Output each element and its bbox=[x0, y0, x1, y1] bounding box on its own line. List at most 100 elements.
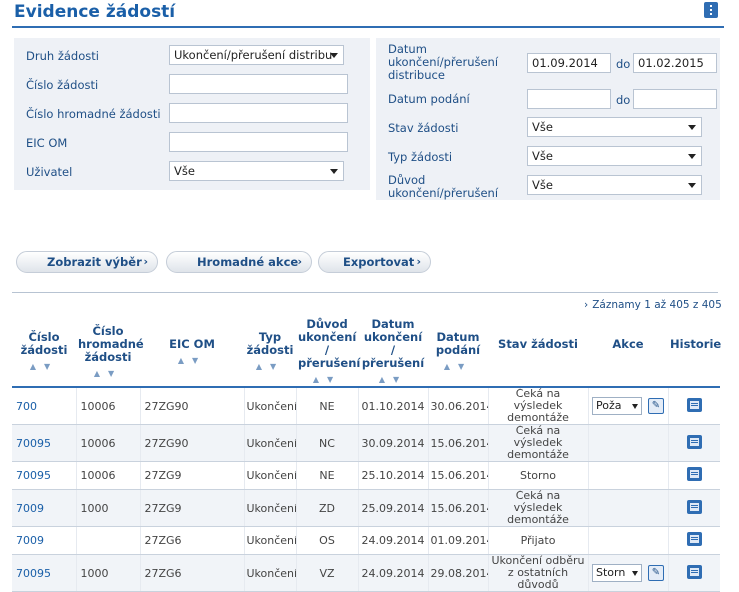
cell-stav: Přijato bbox=[488, 526, 589, 555]
cell-hromadne bbox=[76, 526, 141, 555]
cell-historie bbox=[668, 554, 720, 592]
cell-typ: Ukončení bbox=[244, 461, 297, 490]
cell-stav: Čeká na výsledek demontáže bbox=[488, 424, 589, 462]
cell-akce bbox=[588, 489, 669, 527]
stav-label: Stav žádosti bbox=[388, 121, 459, 135]
col-datum-ukonceni[interactable]: Datum ukončení / přerušení ▲▼ bbox=[358, 318, 428, 388]
akce-select-value: Poža bbox=[596, 399, 622, 412]
history-icon[interactable] bbox=[686, 564, 702, 579]
cell-typ: Ukončení bbox=[244, 387, 297, 425]
col-typ[interactable]: Typ žádosti ▲▼ bbox=[244, 318, 296, 388]
cell-podani: 15.06.2014 bbox=[428, 461, 489, 490]
chevron-down-icon bbox=[632, 404, 638, 409]
col-eic[interactable]: EIC OM ▲▼ bbox=[140, 318, 244, 388]
eic-input[interactable] bbox=[169, 132, 348, 152]
sort-icon[interactable]: ▲▼ bbox=[360, 373, 426, 386]
datum-ukonceni-label: Datum ukončení/přerušení distribuce bbox=[388, 42, 499, 82]
divider bbox=[12, 292, 718, 293]
chevron-right-icon: › bbox=[584, 299, 589, 311]
exportovat-button[interactable]: Exportovat › bbox=[318, 251, 431, 273]
col-datum-podani[interactable]: Datum podání ▲▼ bbox=[428, 318, 488, 388]
zobrazit-vyber-button[interactable]: Zobrazit výběr › bbox=[16, 251, 158, 273]
zobrazit-vyber-label: Zobrazit výběr bbox=[47, 255, 142, 269]
akce-select[interactable]: Storn bbox=[592, 564, 642, 582]
cell-hromadne: 10006 bbox=[76, 424, 141, 462]
col-stav[interactable]: Stav žádosti▲▼ bbox=[488, 318, 588, 388]
menu-icon[interactable] bbox=[704, 2, 718, 18]
stav-select[interactable]: Vše bbox=[527, 117, 702, 137]
cell-cislo[interactable]: 70095 bbox=[12, 461, 77, 490]
history-icon[interactable] bbox=[686, 434, 702, 449]
cell-cislo[interactable]: 7009 bbox=[12, 489, 77, 527]
col-duvod-label: Důvod ukončení / přerušení bbox=[298, 317, 361, 370]
podani-from-input[interactable] bbox=[527, 89, 611, 109]
cell-stav: Ukončení odběru z ostatních důvodů bbox=[488, 554, 589, 592]
date-from-input[interactable]: 01.09.2014 bbox=[527, 53, 611, 73]
page-title: Evidence žádostí bbox=[14, 2, 176, 22]
cell-duvod: VZ bbox=[296, 554, 359, 592]
col-duvod[interactable]: Důvod ukončení / přerušení ▲▼ bbox=[296, 317, 361, 388]
cislo-input[interactable] bbox=[169, 74, 348, 94]
hromadne-akce-button[interactable]: Hromadné akce › bbox=[166, 251, 312, 273]
podani-to-input[interactable] bbox=[633, 89, 717, 109]
cell-eic: 27ZG90 bbox=[140, 424, 245, 462]
cell-akce: Storn ✎ bbox=[588, 554, 669, 592]
cell-historie bbox=[668, 489, 720, 527]
col-eic-label: EIC OM bbox=[169, 336, 215, 351]
table-header: Číslo žádosti ▲▼ Číslo hromadné žádosti ▲▼… bbox=[12, 317, 721, 388]
records-info-text: Záznamy 1 až 405 z 405 bbox=[592, 299, 722, 311]
eic-label: EIC OM bbox=[26, 136, 68, 150]
chevron-down-icon bbox=[330, 169, 338, 174]
typ-select-value: Vše bbox=[532, 149, 553, 163]
uzivatel-select[interactable]: Vše bbox=[169, 161, 344, 181]
table-row: 70095 10006 27ZG90 Ukončení NC 30.09.201… bbox=[12, 424, 720, 462]
uzivatel-label: Uživatel bbox=[26, 165, 73, 179]
cell-stav: Storno bbox=[488, 461, 589, 490]
cell-podani: 15.06.2014 bbox=[428, 424, 489, 462]
cell-duvod: NE bbox=[296, 387, 359, 425]
cell-stav: Čeká na výsledek demontáže bbox=[488, 387, 589, 425]
col-stav-label: Stav žádosti bbox=[498, 336, 578, 351]
chevron-right-icon: › bbox=[143, 255, 148, 268]
sort-icon[interactable]: ▲▼ bbox=[78, 367, 138, 380]
cell-cislo[interactable]: 7009 bbox=[12, 526, 77, 555]
hromadne-label: Číslo hromadné žádosti bbox=[26, 107, 161, 121]
cell-typ: Ukončení bbox=[244, 526, 297, 555]
uzivatel-select-value: Vše bbox=[174, 164, 195, 178]
cell-podani: 29.08.2014 bbox=[428, 554, 489, 592]
history-icon[interactable] bbox=[686, 397, 702, 412]
cell-eic: 27ZG9 bbox=[140, 489, 245, 527]
cell-duvod: ZD bbox=[296, 489, 359, 527]
datum-podani-label: Datum podání bbox=[388, 92, 470, 106]
cell-podani: 01.09.2014 bbox=[428, 526, 489, 555]
col-cislo[interactable]: Číslo žádosti ▲▼ bbox=[12, 318, 76, 388]
requests-table: Číslo žádosti ▲▼ Číslo hromadné žádosti ▲▼… bbox=[12, 317, 721, 592]
druh-select[interactable]: Ukončení/přerušení distribu bbox=[169, 45, 344, 65]
sort-icon[interactable]: ▲▼ bbox=[430, 360, 486, 373]
cell-cislo[interactable]: 70095 bbox=[12, 424, 77, 462]
col-hromadne[interactable]: Číslo hromadné žádosti ▲▼ bbox=[76, 318, 144, 388]
cell-hromadne: 1000 bbox=[76, 554, 141, 592]
hromadne-input[interactable] bbox=[169, 103, 348, 123]
sort-icon[interactable]: ▲▼ bbox=[142, 354, 242, 367]
table-row: 700 10006 27ZG90 Ukončení NE 01.10.2014 … bbox=[12, 387, 720, 425]
duvod-label: Důvod ukončení/přerušení bbox=[388, 173, 499, 200]
cell-hromadne: 10006 bbox=[76, 461, 141, 490]
typ-select[interactable]: Vše bbox=[527, 146, 702, 166]
sort-icon[interactable]: ▲▼ bbox=[14, 360, 74, 373]
history-icon[interactable] bbox=[686, 532, 702, 546]
sort-icon[interactable]: ▲▼ bbox=[246, 360, 294, 373]
edit-icon[interactable]: ✎ bbox=[648, 398, 664, 414]
edit-icon[interactable]: ✎ bbox=[648, 565, 664, 581]
akce-select[interactable]: Poža bbox=[592, 397, 642, 415]
cell-eic: 27ZG9 bbox=[140, 461, 245, 490]
cell-cislo[interactable]: 700 bbox=[12, 387, 77, 425]
cell-cislo[interactable]: 70095 bbox=[12, 554, 77, 592]
date-to-input[interactable]: 01.02.2015 bbox=[633, 53, 717, 73]
title-divider bbox=[12, 26, 724, 28]
sort-icon[interactable]: ▲▼ bbox=[298, 373, 356, 386]
history-icon[interactable] bbox=[686, 499, 702, 514]
col-akce: Akce▲▼ bbox=[588, 318, 668, 388]
duvod-select[interactable]: Vše bbox=[527, 175, 702, 195]
history-icon[interactable] bbox=[686, 467, 702, 481]
